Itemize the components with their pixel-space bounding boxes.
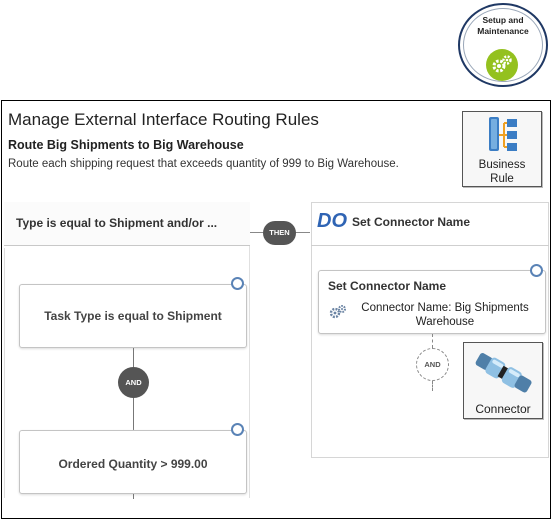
connector-line-tail xyxy=(133,494,134,499)
and-operator-bubble[interactable]: AND xyxy=(118,367,149,398)
action-card-set-connector[interactable]: Set Connector Name Connector Name: Big S… xyxy=(318,270,546,334)
condition-panel-edge xyxy=(4,248,5,498)
business-rule-icon xyxy=(489,117,517,151)
select-condition-2-radio[interactable] xyxy=(231,423,244,436)
gears-icon xyxy=(329,305,346,319)
setup-badge-title-line2: Maintenance xyxy=(477,26,529,36)
rule-name: Route Big Shipments to Big Warehouse xyxy=(8,138,244,152)
setup-badge-title: Setup and Maintenance xyxy=(460,15,546,37)
do-label: DO xyxy=(317,210,347,232)
condition-card-task-type[interactable]: Task Type is equal to Shipment xyxy=(19,284,247,348)
action-card-title: Set Connector Name xyxy=(328,279,447,293)
action-detail-line2: Warehouse xyxy=(415,316,475,328)
rule-description: Route each shipping request that exceeds… xyxy=(8,158,399,170)
and-dashed-connector-lower xyxy=(432,381,433,391)
page-title: Manage External Interface Routing Rules xyxy=(8,110,319,129)
condition-card-ordered-quantity[interactable]: Ordered Quantity > 999.00 xyxy=(19,430,247,494)
condition-text: Task Type is equal to Shipment xyxy=(44,309,222,323)
setup-maintenance-badge[interactable]: Setup and Maintenance xyxy=(458,3,548,87)
business-rule-label-line1: Business xyxy=(478,159,526,171)
connector-tile[interactable]: Connector xyxy=(463,342,543,419)
then-bubble: THEN xyxy=(263,221,296,245)
condition-header-label: Type is equal to Shipment and/or ... xyxy=(16,216,218,230)
action-header-divider xyxy=(311,245,549,246)
select-condition-1-radio[interactable] xyxy=(231,277,244,290)
condition-text: Ordered Quantity > 999.00 xyxy=(58,457,208,471)
select-action-radio[interactable] xyxy=(530,264,543,277)
gears-icon xyxy=(486,49,518,81)
action-panel-title: Set Connector Name xyxy=(352,215,471,229)
business-rule-label: Business Rule xyxy=(463,158,541,186)
action-detail-line1: Connector Name: Big Shipments xyxy=(361,302,529,314)
connector-label: Connector xyxy=(475,402,531,416)
business-rule-label-line2: Rule xyxy=(490,173,514,185)
action-card-detail: Connector Name: Big Shipments Warehouse xyxy=(349,301,541,329)
connector-icon xyxy=(475,353,532,393)
business-rule-tile[interactable]: Business Rule xyxy=(462,111,542,187)
and-dashed-connector xyxy=(432,334,433,348)
add-and-action-bubble[interactable]: AND xyxy=(416,348,449,381)
setup-badge-title-line1: Setup and xyxy=(482,15,524,25)
